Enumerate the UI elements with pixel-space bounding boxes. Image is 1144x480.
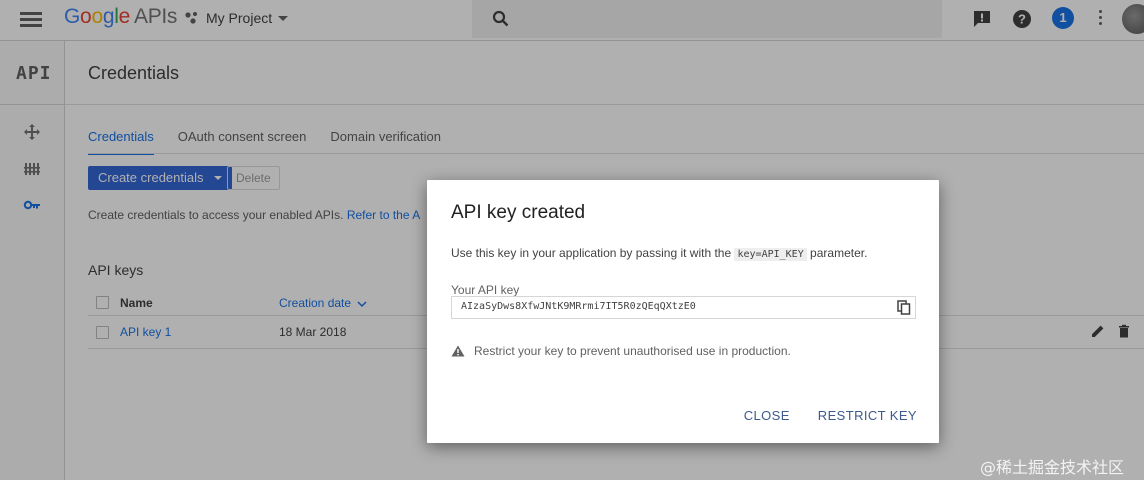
dialog-description-suffix: parameter. xyxy=(806,246,868,260)
close-button[interactable]: CLOSE xyxy=(744,408,790,423)
api-key-label: Your API key xyxy=(451,283,520,297)
api-key-value[interactable]: AIzaSyDws8XfwJNtK9MRrmi7IT5R0zQEqQXtzE0 xyxy=(461,301,696,312)
dialog-actions: CLOSE RESTRICT KEY xyxy=(716,408,917,423)
api-key-created-dialog: API key created Use this key in your app… xyxy=(427,180,939,443)
dialog-description-text: Use this key in your application by pass… xyxy=(451,246,735,260)
dialog-description: Use this key in your application by pass… xyxy=(451,246,868,261)
key-parameter-code: key=API_KEY xyxy=(734,248,807,261)
copy-icon[interactable] xyxy=(897,300,911,315)
warning-text: Restrict your key to prevent unauthorise… xyxy=(474,344,791,358)
warning-icon xyxy=(451,345,465,357)
restrict-key-button[interactable]: RESTRICT KEY xyxy=(818,408,917,423)
watermark: @稀土掘金技术社区 xyxy=(980,458,1125,477)
api-key-field[interactable]: AIzaSyDws8XfwJNtK9MRrmi7IT5R0zQEqQXtzE0 xyxy=(451,296,916,319)
dialog-title: API key created xyxy=(451,202,586,223)
restriction-warning: Restrict your key to prevent unauthorise… xyxy=(451,344,791,358)
